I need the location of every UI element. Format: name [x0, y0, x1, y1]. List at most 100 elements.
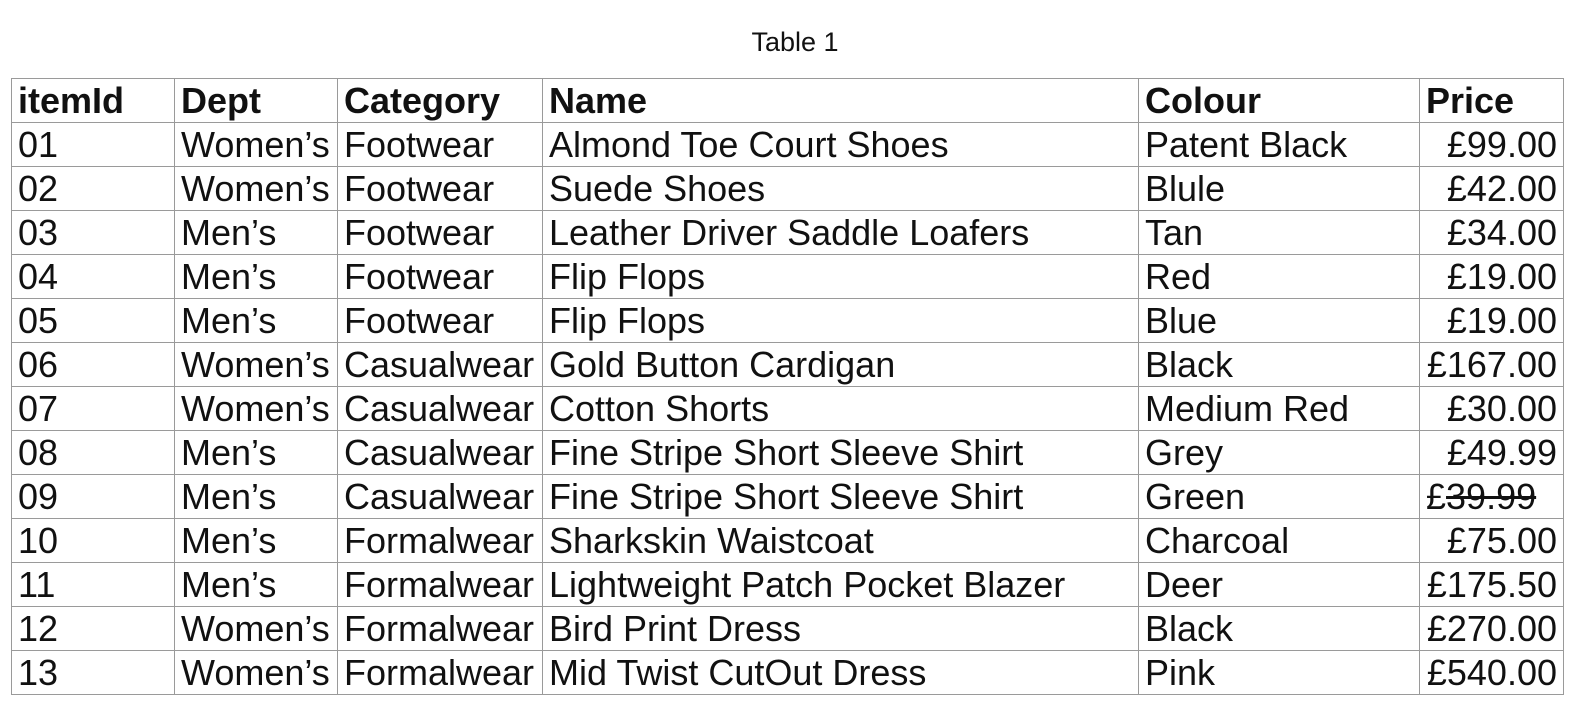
cell-price: £19.00 [1419, 298, 1564, 343]
header-row: itemId Dept Category Name Colour Price [11, 78, 1564, 123]
table-row: 11 Men’s Formalwear Lightweight Patch Po… [11, 562, 1564, 607]
cell-category: Footwear [337, 298, 543, 343]
column-header-dept: Dept [174, 78, 338, 123]
table-row: 03 Men’s Footwear Leather Driver Saddle … [11, 210, 1564, 255]
table-row: 10 Men’s Formalwear Sharkskin Waistcoat … [11, 518, 1564, 563]
cell-category: Footwear [337, 122, 543, 167]
cell-price: £49.99 [1419, 430, 1564, 475]
cell-category: Footwear [337, 254, 543, 299]
table-row: 12 Women’s Formalwear Bird Print Dress B… [11, 606, 1564, 651]
cell-name: Cotton Shorts [542, 386, 1139, 431]
cell-name: Almond Toe Court Shoes [542, 122, 1139, 167]
cell-price: £99.00 [1419, 122, 1564, 167]
column-header-price: Price [1419, 78, 1564, 123]
cell-name: Flip Flops [542, 254, 1139, 299]
table-row: 09 Men’s Casualwear Fine Stripe Short Sl… [11, 474, 1564, 519]
cell-dept: Women’s [174, 386, 338, 431]
cell-dept: Women’s [174, 122, 338, 167]
cell-price: £175.50 [1419, 562, 1564, 607]
table-row: 01 Women’s Footwear Almond Toe Court Sho… [11, 122, 1564, 167]
cell-dept: Women’s [174, 606, 338, 651]
cell-dept: Women’s [174, 166, 338, 211]
cell-price: £540.00 [1419, 650, 1564, 695]
cell-dept: Men’s [174, 254, 338, 299]
cell-name: Fine Stripe Short Sleeve Shirt [542, 430, 1139, 475]
table-row: 05 Men’s Footwear Flip Flops Blue £19.00 [11, 298, 1564, 343]
cell-price: £30.00 [1419, 386, 1564, 431]
table-row: 08 Men’s Casualwear Fine Stripe Short Sl… [11, 430, 1564, 475]
column-header-itemid: itemId [11, 78, 175, 123]
table-caption: Table 1 [751, 27, 839, 57]
cell-colour: Black [1138, 342, 1420, 387]
cell-colour: Blue [1138, 298, 1420, 343]
cell-colour: Green [1138, 474, 1420, 519]
price-currency: £ [1426, 476, 1447, 517]
price-struck-value: 39.99 [1446, 476, 1537, 517]
table-row: 02 Women’s Footwear Suede Shoes Blule £4… [11, 166, 1564, 211]
column-header-colour: Colour [1138, 78, 1420, 123]
cell-dept: Men’s [174, 518, 338, 563]
cell-dept: Men’s [174, 298, 338, 343]
cell-itemid: 03 [11, 210, 175, 255]
cell-name: Gold Button Cardigan [542, 342, 1139, 387]
cell-category: Casualwear [337, 342, 543, 387]
cell-itemid: 07 [11, 386, 175, 431]
cell-colour: Deer [1138, 562, 1420, 607]
cell-dept: Men’s [174, 210, 338, 255]
cell-colour: Red [1138, 254, 1420, 299]
cell-category: Footwear [337, 210, 543, 255]
cell-price: £167.00 [1419, 342, 1564, 387]
cell-itemid: 09 [11, 474, 175, 519]
cell-itemid: 10 [11, 518, 175, 563]
cell-colour: Charcoal [1138, 518, 1420, 563]
cell-price: £34.00 [1419, 210, 1564, 255]
cell-colour: Grey [1138, 430, 1420, 475]
cell-colour: Pink [1138, 650, 1420, 695]
cell-itemid: 04 [11, 254, 175, 299]
cell-name: Lightweight Patch Pocket Blazer [542, 562, 1139, 607]
cell-colour: Black [1138, 606, 1420, 651]
cell-category: Formalwear [337, 518, 543, 563]
cell-category: Formalwear [337, 606, 543, 651]
cell-colour: Blule [1138, 166, 1420, 211]
cell-dept: Women’s [174, 342, 338, 387]
cell-itemid: 02 [11, 166, 175, 211]
cell-category: Formalwear [337, 562, 543, 607]
cell-itemid: 05 [11, 298, 175, 343]
cell-category: Formalwear [337, 650, 543, 695]
cell-dept: Women’s [174, 650, 338, 695]
cell-category: Casualwear [337, 430, 543, 475]
cell-itemid: 13 [11, 650, 175, 695]
cell-price: £39.99 [1419, 474, 1564, 519]
cell-name: Leather Driver Saddle Loafers [542, 210, 1139, 255]
column-header-name: Name [542, 78, 1139, 123]
table-row: 04 Men’s Footwear Flip Flops Red £19.00 [11, 254, 1564, 299]
cell-itemid: 12 [11, 606, 175, 651]
cell-name: Sharkskin Waistcoat [542, 518, 1139, 563]
cell-price: £19.00 [1419, 254, 1564, 299]
cell-price: £270.00 [1419, 606, 1564, 651]
table-row: 06 Women’s Casualwear Gold Button Cardig… [11, 342, 1564, 387]
cell-category: Casualwear [337, 474, 543, 519]
cell-name: Suede Shoes [542, 166, 1139, 211]
cell-colour: Tan [1138, 210, 1420, 255]
cell-colour: Medium Red [1138, 386, 1420, 431]
table-row: 07 Women’s Casualwear Cotton Shorts Medi… [11, 386, 1564, 431]
cell-dept: Men’s [174, 562, 338, 607]
cell-category: Footwear [337, 166, 543, 211]
cell-itemid: 01 [11, 122, 175, 167]
cell-dept: Men’s [174, 430, 338, 475]
cell-itemid: 06 [11, 342, 175, 387]
cell-dept: Men’s [174, 474, 338, 519]
cell-itemid: 08 [11, 430, 175, 475]
cell-name: Flip Flops [542, 298, 1139, 343]
column-header-category: Category [337, 78, 543, 123]
items-table: itemId Dept Category Name Colour Price 0… [11, 78, 1564, 695]
cell-price: £42.00 [1419, 166, 1564, 211]
cell-colour: Patent Black [1138, 122, 1420, 167]
cell-name: Bird Print Dress [542, 606, 1139, 651]
cell-itemid: 11 [11, 562, 175, 607]
cell-price: £75.00 [1419, 518, 1564, 563]
cell-name: Mid Twist CutOut Dress [542, 650, 1139, 695]
cell-category: Casualwear [337, 386, 543, 431]
